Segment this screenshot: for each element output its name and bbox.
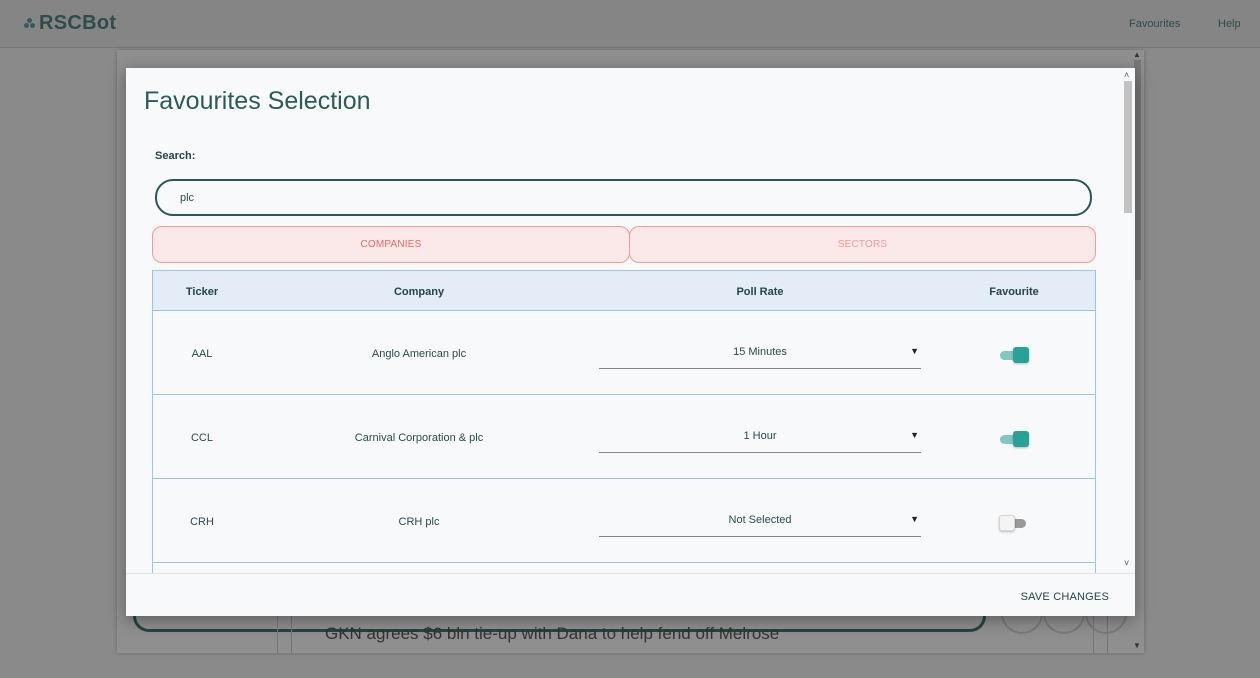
table-row: AAL Anglo American plc 15 Minutes ▼ <box>153 311 1095 395</box>
company-cell: CRH plc <box>398 516 440 528</box>
poll-rate-value: Not Selected <box>728 514 792 526</box>
chevron-up-icon: ▲ <box>1133 50 1141 59</box>
favourite-toggle[interactable] <box>999 347 1029 363</box>
caret-down-icon: ▼ <box>910 430 919 440</box>
logo-text: RSCBot <box>39 12 117 34</box>
toggle-knob <box>999 515 1015 531</box>
poll-rate-value: 15 Minutes <box>733 346 787 358</box>
column-header-ticker[interactable]: Ticker <box>186 286 218 298</box>
company-cell: Carnival Corporation & plc <box>354 432 484 444</box>
nav-help-link[interactable]: Help <box>1218 18 1241 30</box>
navbar: RSCBot Favourites Help <box>0 0 1260 48</box>
company-cell: Anglo American plc <box>371 348 467 360</box>
table-row: CRH CRH plc Not Selected ▼ <box>153 479 1095 563</box>
tab-companies[interactable]: COMPANIES <box>152 226 630 263</box>
column-header-company[interactable]: Company <box>394 286 444 298</box>
chevron-up-icon[interactable]: ˄ <box>1124 70 1129 80</box>
modal-title: Favourites Selection <box>144 87 371 115</box>
companies-table: Ticker Company Poll Rate Favourite AAL A… <box>152 270 1096 580</box>
toggle-knob <box>1013 431 1029 447</box>
tab-sectors[interactable]: SECTORS <box>629 226 1096 263</box>
poll-rate-select[interactable]: Not Selected ▼ <box>599 509 921 537</box>
table-header: Ticker Company Poll Rate Favourite <box>153 271 1095 311</box>
logo[interactable]: RSCBot <box>24 12 116 35</box>
poll-rate-select[interactable]: 15 Minutes ▼ <box>599 341 921 369</box>
scrollbar-thumb <box>1134 60 1141 280</box>
toggle-knob <box>1013 347 1029 363</box>
nav-favourites-link[interactable]: Favourites <box>1129 18 1180 30</box>
logo-icon <box>24 17 36 30</box>
column-header-favourite[interactable]: Favourite <box>989 286 1039 298</box>
column-header-poll-rate[interactable]: Poll Rate <box>736 286 783 298</box>
ticker-cell: AAL <box>191 348 213 360</box>
poll-rate-select[interactable]: 1 Hour ▼ <box>599 425 921 453</box>
modal-footer: SAVE CHANGES <box>126 573 1135 616</box>
background-news-headline: GKN agrees $6 bln tie-up with Dana to he… <box>325 624 780 643</box>
caret-down-icon: ▼ <box>910 514 919 524</box>
search-input[interactable] <box>155 179 1092 216</box>
table-row: CCL Carnival Corporation & plc 1 Hour ▼ <box>153 395 1095 479</box>
poll-rate-value: 1 Hour <box>743 430 777 442</box>
ticker-cell: CCL <box>190 432 214 444</box>
favourite-toggle[interactable] <box>999 515 1029 531</box>
scrollbar-thumb[interactable] <box>1124 81 1132 213</box>
ticker-cell: CRH <box>190 516 214 528</box>
chevron-down-icon: ▼ <box>1133 641 1141 650</box>
chevron-down-icon[interactable]: ˅ <box>1124 558 1129 568</box>
save-changes-button[interactable]: SAVE CHANGES <box>1021 591 1109 603</box>
favourites-modal: Favourites Selection Search: COMPANIES S… <box>126 68 1135 616</box>
search-label: Search: <box>155 150 196 162</box>
modal-scrollbar[interactable]: ˄ ˅ <box>1123 70 1133 573</box>
caret-down-icon: ▼ <box>910 346 919 356</box>
favourite-toggle[interactable] <box>999 431 1029 447</box>
